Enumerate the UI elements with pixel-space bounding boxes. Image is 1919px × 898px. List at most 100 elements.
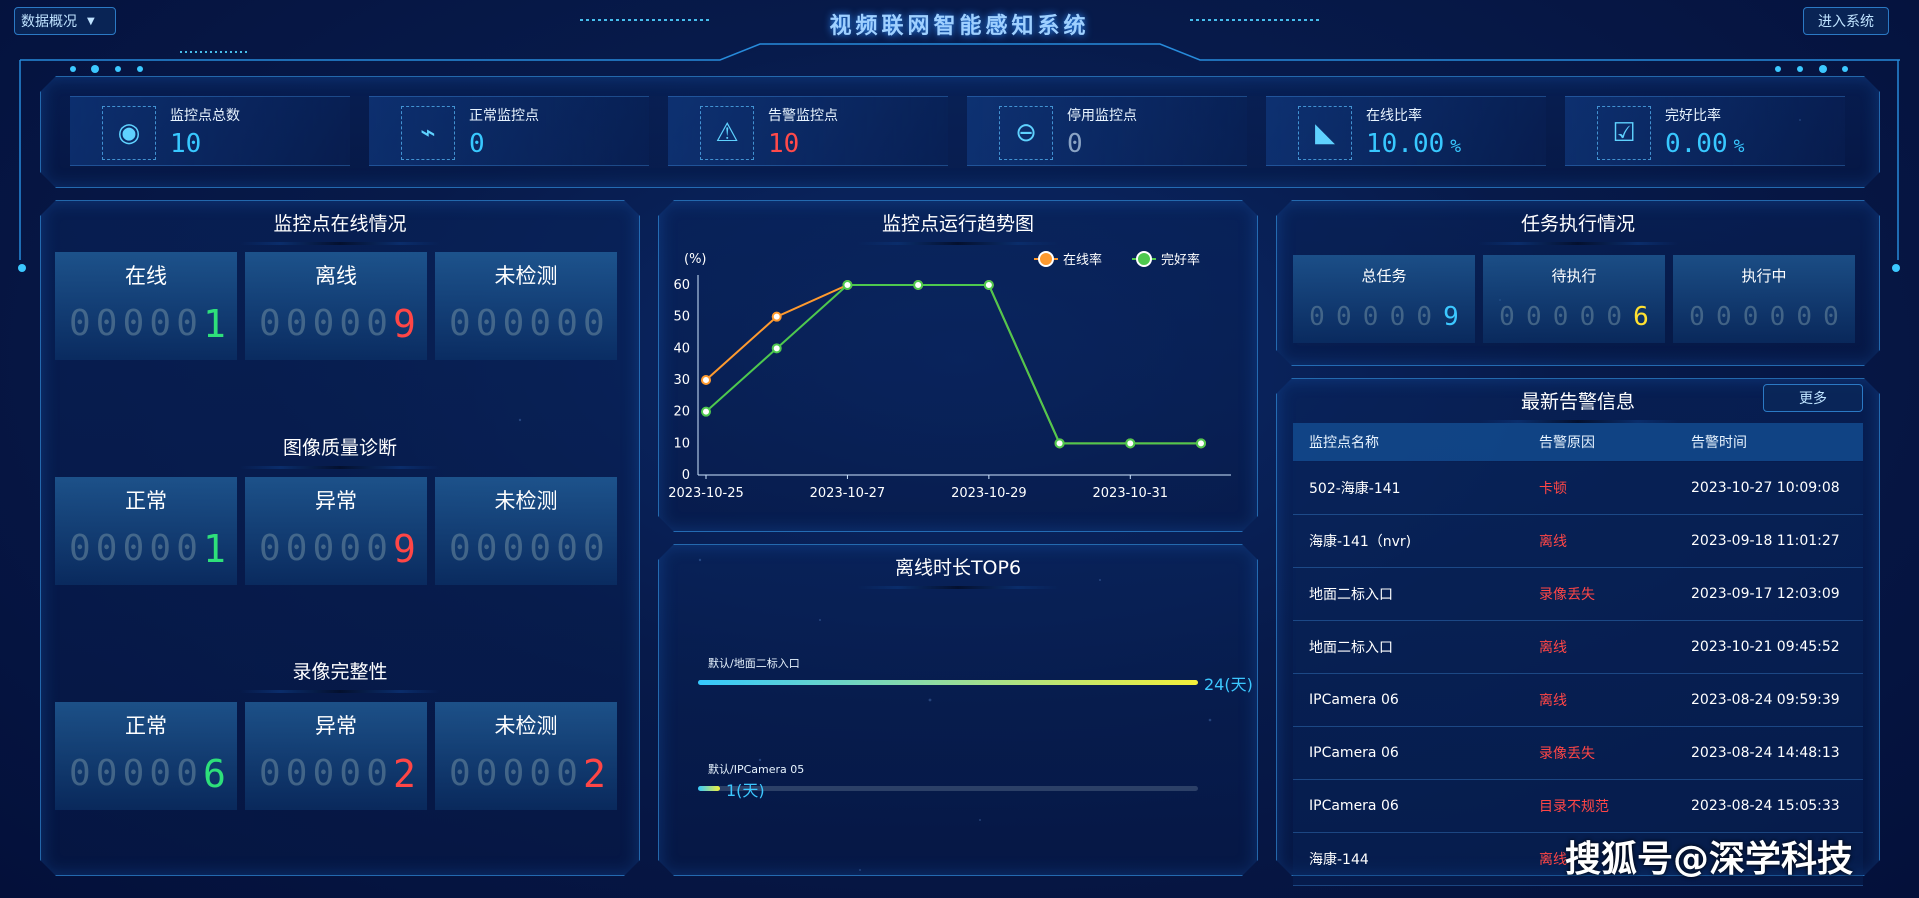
kpi-value: 10 — [170, 129, 201, 159]
digit-counter: 000001 — [69, 302, 226, 348]
alert-name: 地面二标入口 — [1309, 587, 1393, 603]
digit: 0 — [1769, 302, 1786, 332]
alert-reason: 目录不规范 — [1539, 799, 1609, 815]
digit: 0 — [1525, 302, 1542, 332]
kpi-value: 10.00% — [1366, 129, 1461, 159]
top6-bar — [698, 680, 1198, 685]
top6-value: 24(天) — [1204, 675, 1253, 694]
quality-title: 图像质量诊断 — [41, 433, 639, 469]
data-point — [701, 375, 711, 385]
alert-name: 地面二标入口 — [1309, 640, 1393, 656]
alert-reason: 离线 — [1539, 852, 1567, 868]
online-card: 离线 0 0 0 0 0 9 — [245, 252, 427, 360]
digit: 0 — [582, 528, 605, 569]
table-row[interactable]: IPCamera 06 目录不规范 2023-08-24 15:05:33 — [1293, 780, 1863, 833]
digit: 0 — [69, 753, 91, 794]
alert-time: 2023-10-21 09:45:52 — [1691, 639, 1840, 655]
top6-item-name: 默认/IPCamera 05 — [708, 763, 805, 776]
table-row[interactable]: 502-海康-141 卡顿 2023-10-27 10:09:08 — [1293, 462, 1863, 515]
table-row[interactable]: 地面二标入口 离线 2023-10-21 09:45:52 — [1293, 621, 1863, 674]
digit: 0 — [69, 528, 91, 569]
y-tick-label: 20 — [673, 405, 690, 420]
x-tick-label: 2023-10-31 — [1093, 486, 1169, 501]
x-tick-label: 2023-10-25 — [668, 486, 744, 501]
digit: 0 — [449, 753, 471, 794]
y-tick-label: 10 — [673, 436, 690, 451]
kpi-number: 0 — [469, 129, 485, 159]
x-tick-label: 2023-10-27 — [810, 486, 886, 501]
digit: 0 — [312, 528, 335, 569]
digit: 0 — [259, 753, 281, 794]
kpi-number: 10.00 — [1366, 129, 1445, 159]
camera-icon: ◉ — [102, 106, 156, 160]
alert-reason: 录像丢失 — [1539, 587, 1595, 603]
data-point — [1196, 438, 1206, 449]
digit: 0 — [176, 528, 198, 569]
alert-time: 2023-08-24 09:59:39 — [1691, 692, 1840, 708]
record-card: 正常 0 0 0 0 0 6 — [55, 702, 237, 810]
digit: 0 — [176, 753, 198, 794]
alert-reason: 离线 — [1539, 693, 1567, 709]
top6-panel: 离线时长TOP6 — [658, 544, 1258, 876]
legend-label: 完好率 — [1161, 252, 1200, 268]
digit: 0 — [149, 753, 172, 794]
digit: 6 — [202, 752, 226, 796]
data-point — [701, 406, 711, 417]
digit: 0 — [122, 753, 145, 794]
online-title: 监控点在线情况 — [41, 209, 639, 245]
digit: 0 — [1689, 302, 1705, 332]
kpi-unit: % — [1733, 136, 1745, 157]
alert-name: IPCamera 06 — [1309, 692, 1399, 708]
series-line-1 — [705, 284, 1201, 445]
kpi-label: 监控点总数 — [170, 108, 240, 124]
card-label: 待执行 — [1551, 267, 1597, 285]
digit: 0 — [366, 753, 388, 794]
card-label: 在线 — [125, 264, 167, 288]
table-row[interactable]: 海康-141（nvr) 离线 2023-09-18 11:01:27 — [1293, 515, 1863, 568]
digit: 0 — [122, 303, 145, 344]
digit: 0 — [259, 528, 281, 569]
enter-system-button[interactable]: 进入系统 — [1803, 7, 1889, 35]
table-row[interactable]: IPCamera 06 录像丢失 2023-08-24 14:48:13 — [1293, 727, 1863, 780]
digit-counter: 000009 — [259, 528, 416, 573]
record-card: 异常 0 0 0 0 0 2 — [245, 702, 427, 810]
digit: 1 — [202, 302, 226, 346]
kpi-unit: % — [1450, 136, 1462, 157]
col-header-time: 告警时间 — [1691, 435, 1747, 451]
table-row[interactable]: 地面二标入口 录像丢失 2023-09-17 12:03:09 — [1293, 568, 1863, 621]
digit: 0 — [95, 303, 118, 344]
kpi-value: 0 — [469, 129, 485, 159]
digit: 0 — [1579, 302, 1596, 332]
kpi-value: 0.00% — [1665, 129, 1744, 159]
kpi-item: ◣ 在线比率 10.00% — [1266, 96, 1546, 166]
card-label: 离线 — [315, 264, 357, 288]
kpi-number: 0 — [1067, 129, 1083, 159]
data-point — [842, 280, 853, 290]
tasks-card: 待执行 0 0 0 0 0 6 — [1483, 255, 1665, 343]
digit: 0 — [502, 303, 525, 344]
digit: 0 — [556, 753, 578, 794]
kpi-label: 完好比率 — [1665, 108, 1721, 124]
digit: 0 — [95, 528, 118, 569]
digit: 0 — [339, 303, 362, 344]
digit: 0 — [502, 753, 525, 794]
y-tick-label: 30 — [673, 373, 690, 388]
data-point — [771, 311, 782, 322]
clipboard-check-icon: ☑ — [1597, 106, 1651, 160]
digit: 0 — [1499, 302, 1515, 332]
digit-counter: 000002 — [449, 753, 606, 798]
digit: 0 — [285, 753, 308, 794]
digit-counter: 000009 — [1309, 301, 1459, 345]
card-label: 异常 — [315, 489, 357, 513]
kpi-number: 10 — [768, 129, 800, 159]
y-tick-label: 60 — [673, 278, 690, 293]
kpi-number: 10 — [170, 129, 202, 159]
table-row[interactable]: IPCamera 06 离线 2023-08-24 09:59:39 — [1293, 674, 1863, 727]
digit: 0 — [529, 753, 552, 794]
top6-title: 离线时长TOP6 — [659, 553, 1257, 589]
alert-time: 2023-08-24 15:05:33 — [1691, 798, 1840, 814]
tasks-title: 任务执行情况 — [1277, 209, 1879, 245]
card-label: 未检测 — [494, 489, 558, 513]
kpi-item: ⌁ 正常监控点 0 — [369, 96, 649, 166]
more-button[interactable]: 更多 — [1763, 384, 1863, 412]
